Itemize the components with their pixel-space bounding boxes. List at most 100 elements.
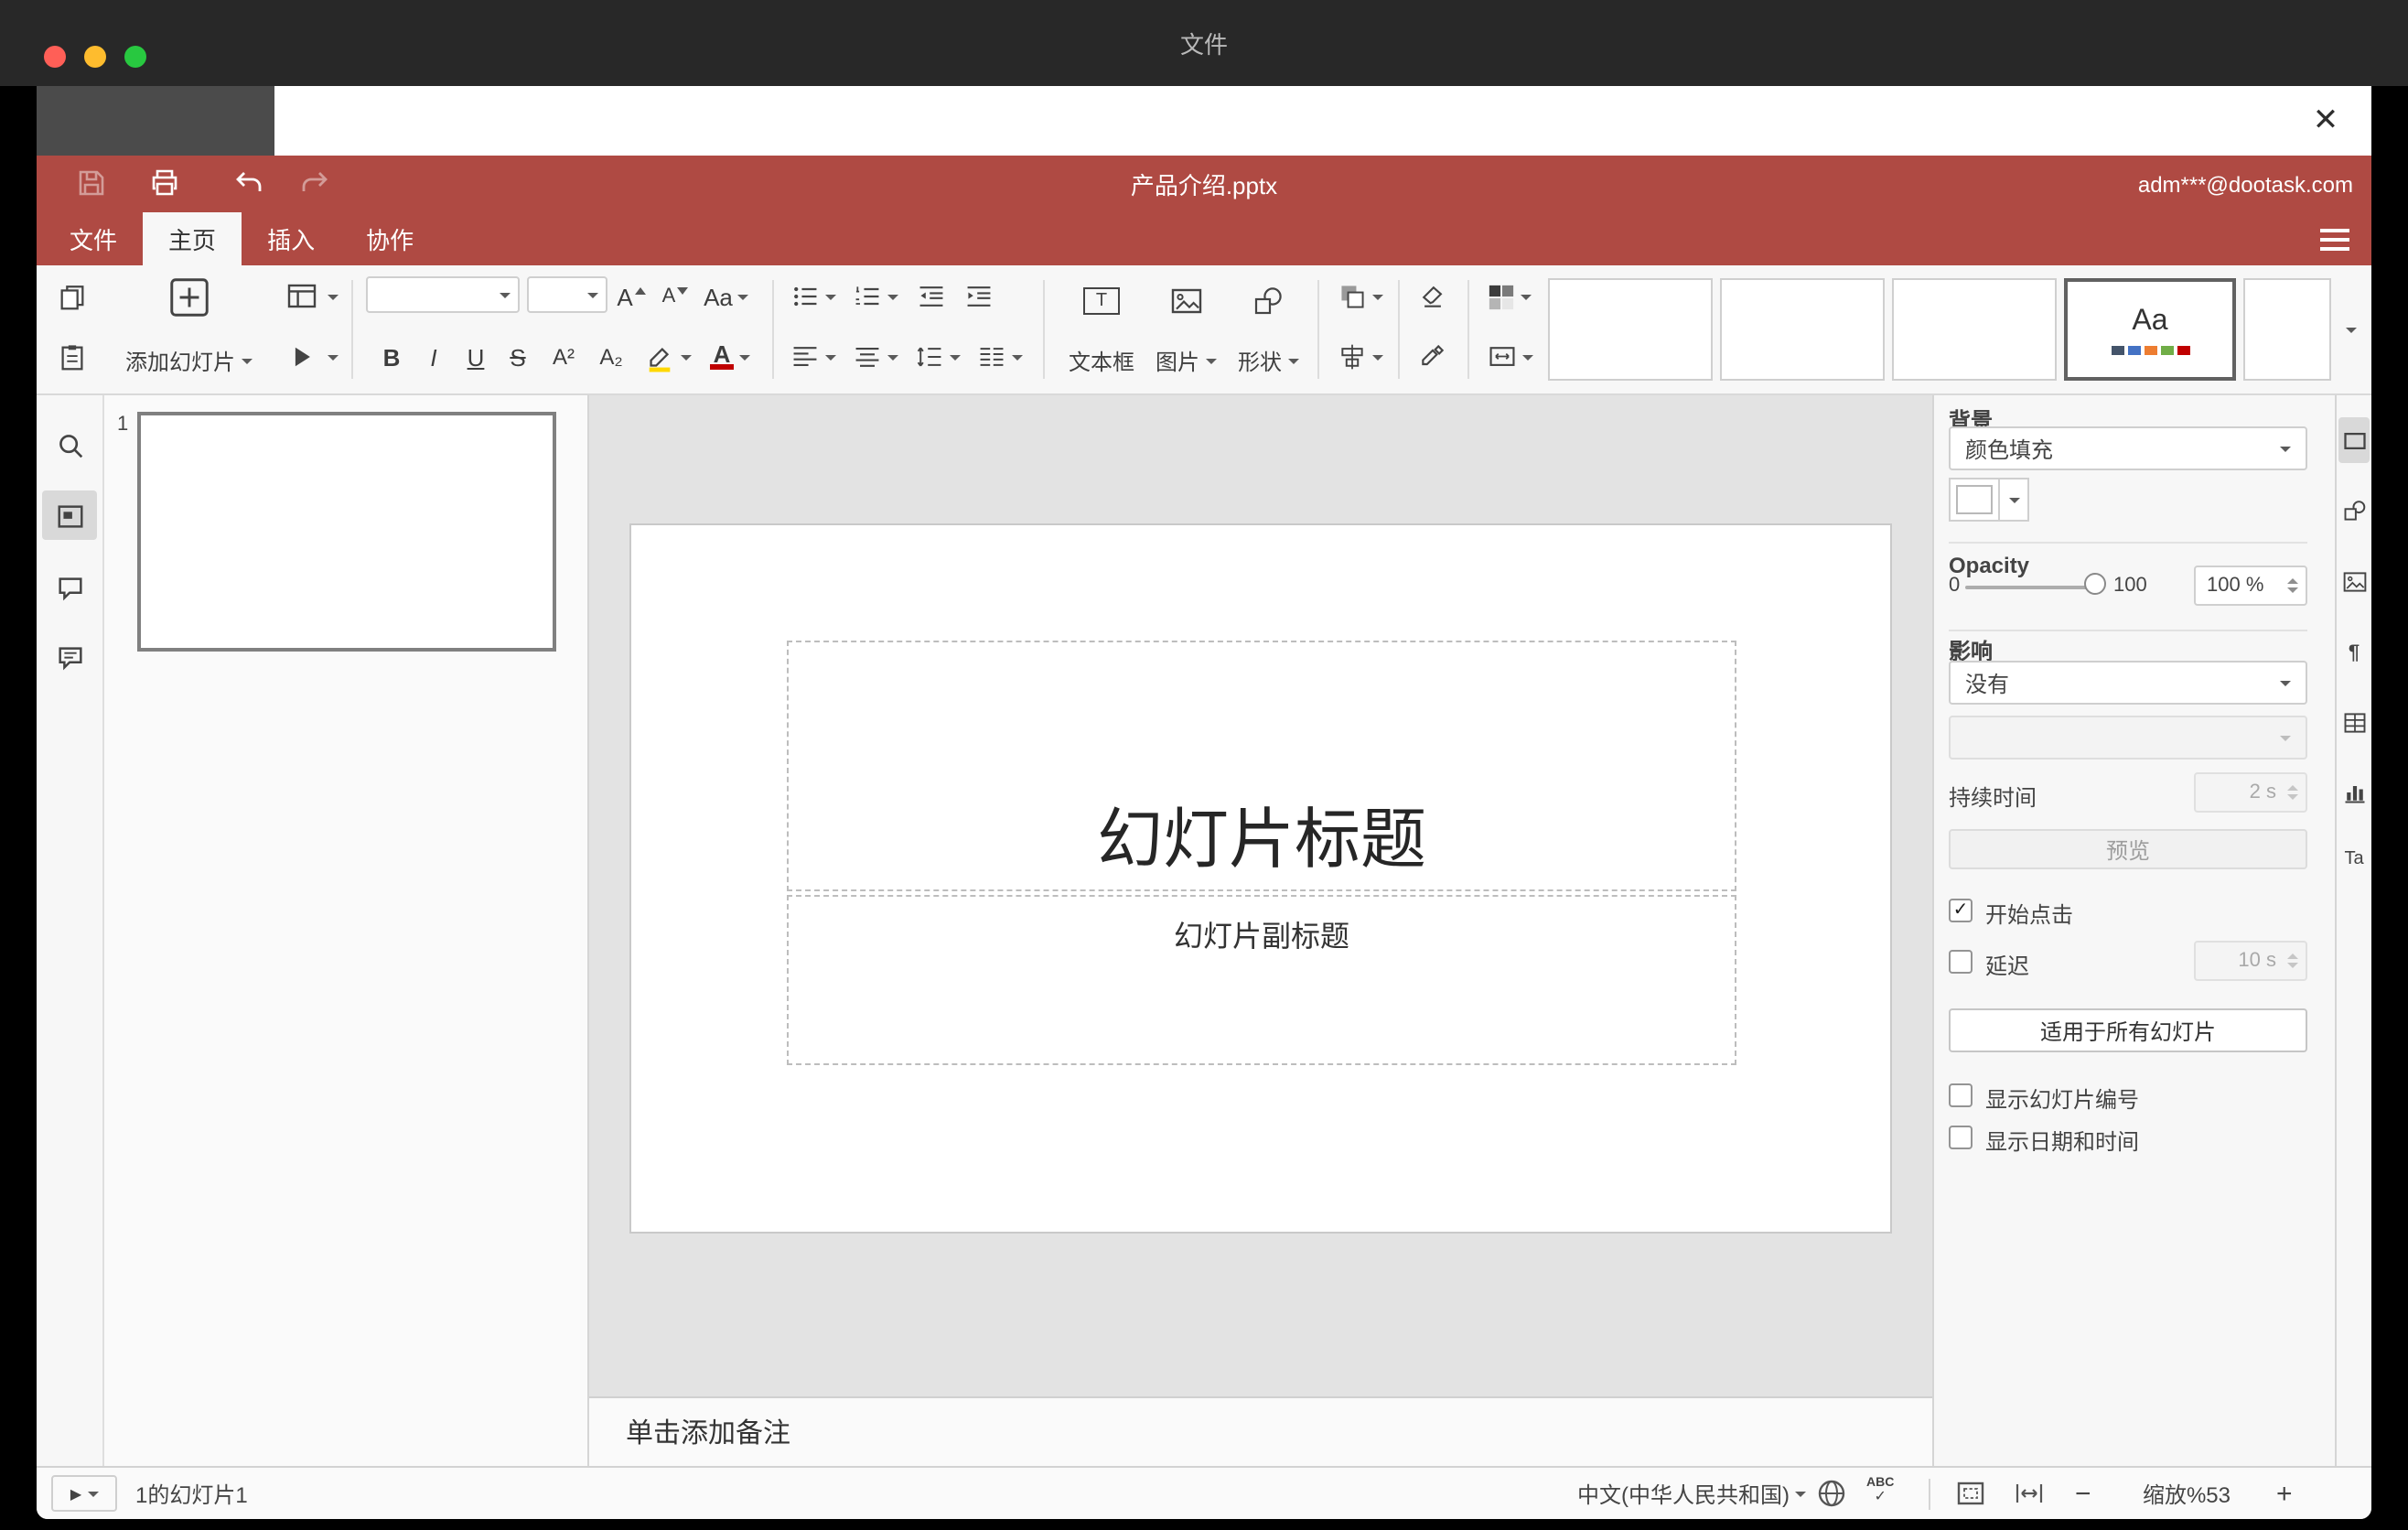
theme-gallery-expand-button[interactable]	[2338, 278, 2364, 381]
slide-editor[interactable]: 幻灯片标题 幻灯片副标题	[629, 523, 1892, 1234]
tab-home[interactable]: 主页	[143, 212, 242, 265]
notes-area[interactable]: 单击添加备注	[589, 1396, 1932, 1466]
opacity-spinner[interactable]	[2285, 566, 2300, 606]
close-icon[interactable]: ✕	[2306, 101, 2346, 141]
font-size-select[interactable]	[527, 276, 607, 313]
insert-image-button[interactable]: 图片	[1149, 265, 1222, 395]
theme-option-2[interactable]	[1720, 278, 1885, 381]
textart-settings-icon[interactable]: Ta	[2338, 844, 2370, 875]
table-settings-icon[interactable]	[2338, 706, 2370, 738]
show-date-time-checkbox[interactable]	[1949, 1126, 1973, 1149]
paste-icon[interactable]	[51, 337, 91, 377]
transition-variant-select	[1949, 716, 2307, 760]
tab-collaboration[interactable]: 协作	[340, 212, 439, 265]
horizontal-align-button[interactable]	[787, 337, 838, 377]
theme-option-selected[interactable]: Aa	[2064, 278, 2236, 381]
delay-label: 延迟	[1985, 954, 2030, 979]
align-shape-button[interactable]	[1332, 337, 1387, 377]
line-spacing-button[interactable]	[911, 337, 962, 377]
duration-label: 持续时间	[1949, 785, 2037, 811]
show-slide-number-checkbox[interactable]	[1949, 1083, 1973, 1107]
save-icon[interactable]	[73, 165, 110, 201]
comments-icon[interactable]	[49, 567, 90, 608]
arrange-shape-button[interactable]	[1332, 276, 1387, 317]
copy-icon[interactable]	[51, 276, 91, 317]
underline-button[interactable]: U	[457, 337, 494, 377]
tab-file[interactable]: 文件	[44, 212, 143, 265]
slide-size-button[interactable]	[1482, 337, 1537, 377]
document-language-icon[interactable]	[1815, 1477, 1848, 1510]
preview-button: 预览	[1949, 829, 2307, 869]
chevron-down-icon	[1371, 354, 1382, 360]
slides-panel-icon[interactable]	[49, 496, 90, 536]
start-slideshow-button[interactable]	[282, 337, 339, 377]
italic-button[interactable]: I	[415, 337, 452, 377]
spellcheck-icon[interactable]: ABC ✓	[1866, 1477, 1894, 1504]
menu-icon[interactable]	[2320, 212, 2349, 265]
insert-textbox-button[interactable]: T 文本框	[1061, 265, 1142, 395]
shape-settings-icon[interactable]	[2338, 494, 2370, 525]
increase-indent-button[interactable]	[959, 276, 999, 317]
increase-font-size-button[interactable]: A	[611, 276, 651, 317]
delay-checkbox[interactable]	[1949, 950, 1973, 974]
apply-to-all-button[interactable]: 适用于所有幻灯片	[1949, 1008, 2307, 1052]
numbering-button[interactable]	[849, 276, 900, 317]
superscript-button[interactable]: A²	[542, 337, 586, 377]
opacity-slider-track[interactable]	[1965, 586, 2093, 589]
search-icon[interactable]	[49, 425, 90, 465]
chevron-down-icon	[87, 1491, 99, 1496]
clear-style-icon[interactable]	[1413, 276, 1453, 317]
change-case-button[interactable]: Aa	[699, 276, 754, 317]
slide-settings-icon[interactable]	[2338, 425, 2370, 456]
theme-option-5[interactable]	[2243, 278, 2331, 381]
language-select[interactable]: 中文(中华人民共和国)	[1577, 1468, 1806, 1519]
bullets-button[interactable]	[787, 276, 838, 317]
background-fill-select[interactable]: 颜色填充	[1949, 426, 2307, 470]
chevron-down-icon	[2280, 680, 2291, 685]
slide-layout-button[interactable]	[282, 276, 339, 317]
slide-thumbnail-1[interactable]	[137, 412, 556, 652]
image-settings-icon[interactable]	[2338, 566, 2370, 597]
chat-icon[interactable]	[49, 637, 90, 677]
slide-thumb-number: 1	[117, 414, 129, 436]
insert-shape-button[interactable]: 形状	[1230, 265, 1306, 395]
chart-settings-icon[interactable]	[2338, 776, 2370, 807]
start-slideshow-statusbar-button[interactable]: ▶	[51, 1475, 117, 1512]
slide-canvas[interactable]: 幻灯片标题 幻灯片副标题	[589, 395, 1932, 1396]
theme-option-1[interactable]	[1548, 278, 1713, 381]
opacity-slider-handle[interactable]	[2084, 573, 2106, 595]
right-settings-strip: ¶ Ta	[2335, 395, 2371, 1466]
macos-titlebar: 文件	[0, 0, 2408, 86]
bold-button[interactable]: B	[373, 337, 410, 377]
zoom-in-button[interactable]: +	[2276, 1468, 2293, 1519]
highlight-color-button[interactable]	[640, 337, 695, 377]
font-color-button[interactable]: A	[703, 337, 758, 377]
decrease-font-size-button[interactable]: A	[655, 276, 695, 317]
background-color-picker[interactable]	[1949, 478, 2029, 522]
strikeout-button[interactable]: S	[500, 337, 536, 377]
tab-insert[interactable]: 插入	[242, 212, 340, 265]
subtitle-placeholder[interactable]: 幻灯片副标题	[787, 895, 1736, 1065]
chevron-down-icon	[739, 354, 750, 360]
fit-slide-icon[interactable]	[1954, 1477, 1987, 1510]
redo-icon[interactable]	[296, 165, 333, 201]
title-placeholder[interactable]: 幻灯片标题	[787, 641, 1736, 891]
ribbon-tabs: 文件 主页 插入 协作	[44, 212, 439, 265]
decrease-indent-button[interactable]	[911, 276, 951, 317]
zoom-out-button[interactable]: −	[2075, 1468, 2091, 1519]
add-slide-button[interactable]: 添加幻灯片	[110, 265, 267, 395]
subscript-button[interactable]: A₂	[589, 337, 633, 377]
copy-style-icon[interactable]	[1413, 337, 1453, 377]
font-name-select[interactable]	[366, 276, 520, 313]
color-scheme-button[interactable]	[1482, 276, 1537, 317]
paragraph-settings-icon[interactable]: ¶	[2338, 637, 2370, 668]
transition-effect-select[interactable]: 没有	[1949, 661, 2307, 705]
undo-icon[interactable]	[231, 165, 267, 201]
theme-option-3[interactable]	[1892, 278, 2057, 381]
fit-width-icon[interactable]	[2013, 1477, 2046, 1510]
print-icon[interactable]	[146, 165, 183, 201]
vertical-align-button[interactable]	[849, 337, 900, 377]
columns-button[interactable]	[973, 337, 1025, 377]
start-on-click-checkbox[interactable]: ✓	[1949, 899, 1973, 922]
show-slide-number-label: 显示幻灯片编号	[1985, 1087, 2140, 1113]
